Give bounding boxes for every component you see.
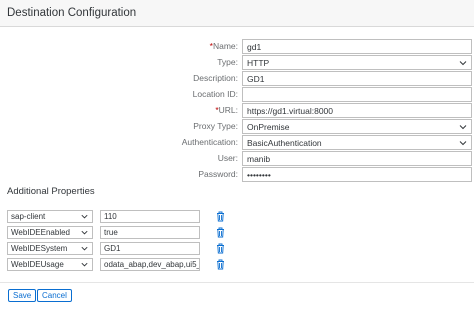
- name-row: *Name: gd1: [0, 39, 474, 54]
- proxy-type-value: OnPremise: [247, 122, 290, 132]
- authentication-select[interactable]: BasicAuthentication: [242, 135, 472, 150]
- chevron-down-icon: [81, 262, 88, 267]
- property-value-input[interactable]: true: [100, 226, 200, 239]
- authentication-label: Authentication:: [181, 137, 238, 147]
- property-value-input[interactable]: GD1: [100, 242, 200, 255]
- name-label: *Name:: [210, 41, 238, 51]
- type-row: Type: HTTP: [0, 55, 474, 70]
- user-label: User:: [217, 153, 238, 163]
- location-id-row: Location ID:: [0, 87, 474, 102]
- chevron-down-icon: [459, 125, 467, 130]
- name-input[interactable]: gd1: [242, 39, 472, 54]
- footer-divider: [0, 282, 474, 283]
- property-key-select[interactable]: WebIDEUsage: [7, 258, 93, 271]
- password-input[interactable]: ••••••••: [242, 167, 472, 182]
- type-label: Type:: [217, 57, 238, 67]
- chevron-down-icon: [459, 141, 467, 146]
- cancel-button[interactable]: Cancel: [37, 289, 72, 302]
- url-row: *URL: https://gd1.virtual:8000: [0, 103, 474, 118]
- authentication-value: BasicAuthentication: [247, 138, 322, 148]
- url-label-text: URL:: [218, 105, 238, 115]
- page-title: Destination Configuration: [7, 7, 137, 19]
- password-row: Password: ••••••••: [0, 167, 474, 182]
- trash-icon[interactable]: [216, 227, 225, 238]
- property-row: WebIDESystem GD1: [0, 242, 474, 255]
- user-input[interactable]: manib: [242, 151, 472, 166]
- property-value-input[interactable]: 110: [100, 210, 200, 223]
- property-key: WebIDEUsage: [11, 260, 64, 269]
- user-row: User: manib: [0, 151, 474, 166]
- url-label: *URL:: [215, 105, 238, 115]
- additional-properties-title: Additional Properties: [7, 186, 95, 197]
- property-key: sap-client: [11, 212, 46, 221]
- save-button[interactable]: Save: [8, 289, 37, 302]
- chevron-down-icon: [81, 214, 88, 219]
- type-select[interactable]: HTTP: [242, 55, 472, 70]
- chevron-down-icon: [81, 246, 88, 251]
- property-key-select[interactable]: sap-client: [7, 210, 93, 223]
- trash-icon[interactable]: [216, 243, 225, 254]
- proxy-type-row: Proxy Type: OnPremise: [0, 119, 474, 134]
- type-value: HTTP: [247, 58, 270, 68]
- property-value-input[interactable]: odata_abap,dev_abap,ui5_ex: [100, 258, 200, 271]
- chevron-down-icon: [81, 230, 88, 235]
- description-input[interactable]: GD1: [242, 71, 472, 86]
- property-key: WebIDESystem: [11, 244, 68, 253]
- trash-icon[interactable]: [216, 259, 225, 270]
- property-row: sap-client 110: [0, 210, 474, 223]
- description-label: Description:: [193, 73, 238, 83]
- trash-icon[interactable]: [216, 211, 225, 222]
- password-label: Password:: [198, 169, 238, 179]
- property-key: WebIDEEnabled: [11, 228, 70, 237]
- name-label-text: Name:: [212, 41, 238, 51]
- proxy-type-select[interactable]: OnPremise: [242, 119, 472, 134]
- property-key-select[interactable]: WebIDESystem: [7, 242, 93, 255]
- description-row: Description: GD1: [0, 71, 474, 86]
- chevron-down-icon: [459, 61, 467, 66]
- property-row: WebIDEEnabled true: [0, 226, 474, 239]
- authentication-row: Authentication: BasicAuthentication: [0, 135, 474, 150]
- url-input[interactable]: https://gd1.virtual:8000: [242, 103, 472, 118]
- property-row: WebIDEUsage odata_abap,dev_abap,ui5_ex: [0, 258, 474, 271]
- proxy-type-label: Proxy Type:: [193, 121, 238, 131]
- page-header: Destination Configuration: [0, 0, 474, 27]
- location-id-input[interactable]: [242, 87, 472, 102]
- property-key-select[interactable]: WebIDEEnabled: [7, 226, 93, 239]
- location-id-label: Location ID:: [192, 89, 238, 99]
